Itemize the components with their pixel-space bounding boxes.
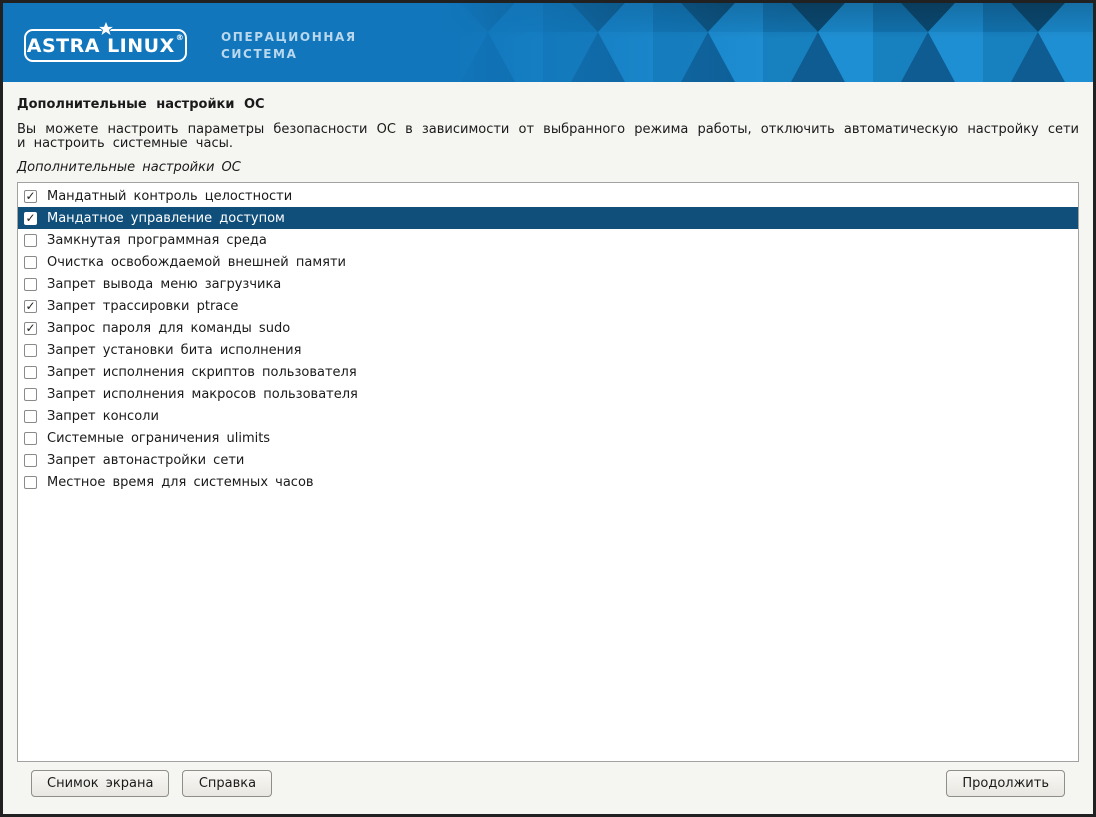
header-banner: ASTRA LINUX® ОПЕРАЦИОННАЯ СИСТЕМА <box>3 3 1093 82</box>
checkbox-unchecked[interactable] <box>24 454 37 467</box>
list-item-label: Запрет консоли <box>47 409 159 424</box>
list-item-label: Запрет исполнения скриптов пользователя <box>47 365 357 380</box>
options-group-label: Дополнительные настройки ОС <box>17 160 1079 175</box>
checkbox-unchecked[interactable] <box>24 432 37 445</box>
checkbox-checked[interactable]: ✓ <box>24 212 37 225</box>
checkbox-unchecked[interactable] <box>24 256 37 269</box>
list-item[interactable]: Запрет исполнения скриптов пользователя <box>18 361 1078 383</box>
page-description: Вы можете настроить параметры безопаснос… <box>17 123 1079 151</box>
list-item-label: Замкнутая программная среда <box>47 233 267 248</box>
checkbox-unchecked[interactable] <box>24 388 37 401</box>
checkbox-unchecked[interactable] <box>24 410 37 423</box>
checkbox-checked[interactable]: ✓ <box>24 190 37 203</box>
installer-window: ASTRA LINUX® ОПЕРАЦИОННАЯ СИСТЕМА Дополн… <box>0 0 1096 817</box>
main-content: Дополнительные настройки ОС Вы можете на… <box>3 82 1093 814</box>
list-item[interactable]: Системные ограничения ulimits <box>18 427 1078 449</box>
options-list[interactable]: ✓ Мандатный контроль целостности ✓ Мандатно… <box>17 182 1079 762</box>
screenshot-button[interactable]: Снимок экрана <box>31 770 169 797</box>
list-item-label: Запрет автонастройки сети <box>47 453 244 468</box>
help-button[interactable]: Справка <box>182 770 272 797</box>
footer-left-buttons: Снимок экрана Справка <box>31 770 272 797</box>
os-name-line2: СИСТЕМА <box>221 46 357 63</box>
list-item-label: Запрет установки бита исполнения <box>47 343 301 358</box>
list-item[interactable]: Очистка освобождаемой внешней памяти <box>18 251 1078 273</box>
registered-mark: ® <box>176 31 185 45</box>
os-name: ОПЕРАЦИОННАЯ СИСТЕМА <box>221 29 357 63</box>
list-item[interactable]: Запрет исполнения макросов пользователя <box>18 383 1078 405</box>
list-item[interactable]: ✓ Мандатное управление доступом <box>18 207 1078 229</box>
list-item-label: Запрет трассировки ptrace <box>47 299 238 314</box>
checkbox-unchecked[interactable] <box>24 234 37 247</box>
checkbox-unchecked[interactable] <box>24 344 37 357</box>
list-item-label: Местное время для системных часов <box>47 475 314 490</box>
list-item-label: Запрет вывода меню загрузчика <box>47 277 281 292</box>
list-item[interactable]: Местное время для системных часов <box>18 471 1078 493</box>
os-name-line1: ОПЕРАЦИОННАЯ <box>221 29 357 46</box>
list-item[interactable]: ✓ Запрос пароля для команды sudo <box>18 317 1078 339</box>
list-item[interactable]: Запрет автонастройки сети <box>18 449 1078 471</box>
checkbox-checked[interactable]: ✓ <box>24 300 37 313</box>
footer-bar: Снимок экрана Справка Продолжить <box>17 762 1079 814</box>
list-item[interactable]: Замкнутая программная среда <box>18 229 1078 251</box>
list-item[interactable]: ✓ Мандатный контроль целостности <box>18 185 1078 207</box>
checkbox-checked[interactable]: ✓ <box>24 322 37 335</box>
list-item-label: Системные ограничения ulimits <box>47 431 270 446</box>
list-item-label: Мандатный контроль целостности <box>47 189 292 204</box>
continue-button[interactable]: Продолжить <box>946 770 1065 797</box>
list-item-label: Мандатное управление доступом <box>47 211 285 226</box>
list-item[interactable]: Запрет установки бита исполнения <box>18 339 1078 361</box>
astra-linux-logo: ASTRA LINUX® <box>24 29 187 62</box>
list-item[interactable]: Запрет консоли <box>18 405 1078 427</box>
checkbox-unchecked[interactable] <box>24 366 37 379</box>
list-item[interactable]: ✓ Запрет трассировки ptrace <box>18 295 1078 317</box>
page-title: Дополнительные настройки ОС <box>17 97 1079 112</box>
checkbox-unchecked[interactable] <box>24 476 37 489</box>
list-item-label: Запрос пароля для команды sudo <box>47 321 290 336</box>
checkbox-unchecked[interactable] <box>24 278 37 291</box>
list-item[interactable]: Запрет вывода меню загрузчика <box>18 273 1078 295</box>
list-item-label: Запрет исполнения макросов пользователя <box>47 387 358 402</box>
star-icon <box>97 20 115 38</box>
list-item-label: Очистка освобождаемой внешней памяти <box>47 255 346 270</box>
